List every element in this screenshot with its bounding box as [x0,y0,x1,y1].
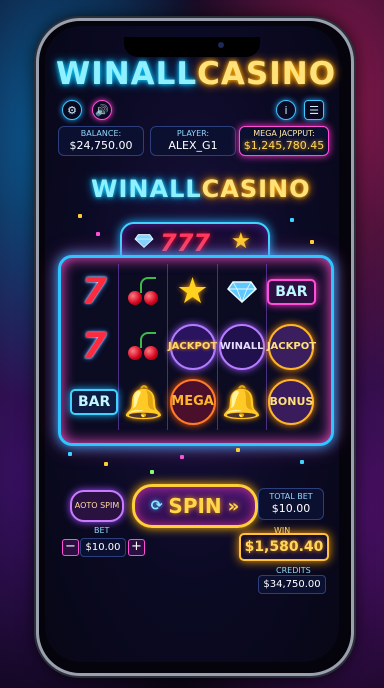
marquee-sevens: 777 [160,229,211,257]
reel-cell: BAR [267,264,316,319]
bet-label: BET [94,526,110,535]
bell-icon: 🔔 [123,383,164,422]
seven-symbol: 7 [81,271,107,313]
jackpot-symbol: JACKPOT [267,323,316,370]
total-bet-value: $10.00 [271,502,311,515]
logo-part-1: WINALL [56,56,198,92]
confetti [290,218,294,222]
confetti [104,462,108,466]
seven-symbol: 7 [81,326,107,368]
machine-logo: WINALLCASINO [91,175,311,203]
confetti [180,455,184,459]
player-panel: PLAYER: ALEX_G1 [150,126,236,156]
jackpot-symbol: JACKPOT [168,323,217,370]
confetti [68,452,72,456]
reel-cell: ★ [168,264,218,320]
reel-grid: 7 ★ BAR 7 JACKPOT WINALL JACKPOT BAR 🔔 M… [70,264,316,430]
phone-notch [124,37,260,57]
casino-logo: WINALLCASINO [56,56,336,92]
info-icon[interactable]: i [276,100,296,120]
diamond-symbol [226,280,257,303]
refresh-icon: ⟳ [150,498,163,514]
reel-cell: 7 [70,319,120,375]
bet-value: $10.00 [80,538,126,557]
player-value: ALEX_G1 [168,139,218,152]
paytable-icon[interactable]: ☰ [304,100,324,120]
fast-forward-icon: » [227,495,240,517]
bar-symbol: BAR [267,278,316,305]
confetti [78,214,82,218]
bet-decrease-button[interactable]: − [62,539,79,556]
cherry-icon [125,275,161,309]
win-value: $1,580.40 [239,533,329,561]
balance-value: $24,750.00 [69,139,133,152]
balance-panel: BALANCE: $24,750.00 [58,126,144,156]
diamond-icon [134,234,154,248]
jackpot-value: $1,245,780.45 [243,139,325,152]
bonus-symbol: BONUS [268,379,315,426]
reel-cell: 🔔 [218,374,267,430]
spin-button[interactable]: ⟳ SPIN » [132,484,258,528]
reel-cell: MEGA [168,374,218,430]
bar-symbol: BAR [70,389,119,416]
reel-cell: 7 [70,264,120,320]
reel-cell: BONUS [267,375,316,430]
sound-icon[interactable]: 🔊 [92,100,112,120]
bell-icon: 🔔 [221,383,262,422]
credits-label: CREDITS [276,566,311,575]
total-bet-label: TOTAL BET [269,492,313,501]
machine-logo-part-2: CASINO [201,175,311,203]
player-label: PLAYER: [176,129,210,138]
jackpot-label: MEGA JACPPUT: [253,129,315,138]
cherry-icon [125,330,161,364]
settings-icon[interactable]: ⚙ [62,100,82,120]
camera-icon [218,42,224,48]
star-symbol: ★ [176,271,209,313]
spin-label: SPIN [168,494,222,518]
reel-cell: 🔔 [119,374,169,430]
confetti [236,448,240,452]
confetti [96,232,100,236]
mega-symbol: MEGA [169,379,216,426]
winall-symbol: WINALL [218,323,265,370]
bet-increase-button[interactable]: + [128,539,145,556]
jackpot-panel: MEGA JACPPUT: $1,245,780.45 [239,126,329,156]
reel-cell: WINALL [218,319,267,375]
star-icon: ★ [231,229,251,254]
machine-logo-part-1: WINALL [91,175,202,203]
confetti [150,470,154,474]
autospin-button[interactable]: AOTO SPIM [70,490,124,522]
credits-value: $34,750.00 [258,575,326,594]
reel-cell [119,264,169,320]
confetti [300,460,304,464]
reel-cell: JACKPOT [168,319,218,375]
confetti [310,240,314,244]
reel-cell [218,264,267,320]
balance-label: BALANCE: [80,129,122,138]
logo-part-2: CASINO [197,56,337,92]
reel-cell [119,319,169,375]
reel-cell: JACKPOT [267,319,316,374]
total-bet-panel: TOTAL BET $10.00 [258,488,324,520]
reel-cell: BAR [70,374,120,430]
